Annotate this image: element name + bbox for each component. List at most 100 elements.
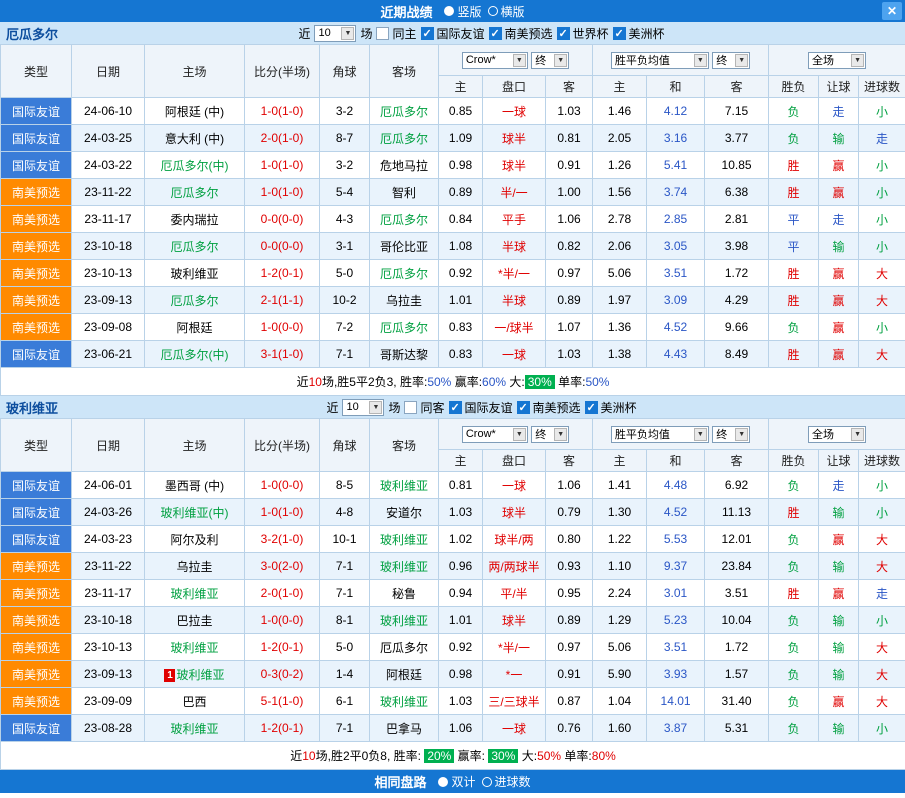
asia-home-odds: 1.03 [439,688,483,715]
period-dropdown[interactable]: 全场▼ [808,426,866,443]
asia-away-odds: 0.87 [546,688,593,715]
match-date: 23-10-13 [72,634,145,661]
match-date: 23-09-08 [72,314,145,341]
match-date: 24-03-23 [72,526,145,553]
bookmaker-value: Crow* [466,428,496,440]
europe-home-odds: 1.46 [593,98,647,125]
europe-odds-value: 胜平负均值 [615,52,670,68]
europe-odds-header-cell: 胜平负均值 ▼ 终▼ [593,45,769,76]
europe-away-odds: 1.57 [705,661,769,688]
close-icon[interactable]: ✕ [882,2,902,20]
handicap-result: 输 [819,634,859,661]
same-trend-label: 相同盘路 [374,772,426,791]
match-score: 0-3(0-2) [245,661,320,688]
europe-away-odds: 2.81 [705,206,769,233]
period-dropdown[interactable]: 全场▼ [808,52,866,69]
landscape-radio[interactable] [488,6,498,16]
asia-away-odds: 1.06 [546,206,593,233]
home-team: 玻利维亚 [145,715,245,742]
same-venue-checkbox[interactable]: 同主 [376,25,416,42]
games-count-dropdown[interactable]: 10▼ [314,25,356,42]
subcol-euro-away: 客 [705,76,769,98]
match-league: 国际友谊 [1,499,72,526]
handicap-result: 赢 [819,287,859,314]
dialog-titlebar: 近期战绩 竖版 横版 ✕ [0,0,905,22]
handicap-result: 输 [819,715,859,742]
result-header-cell: 全场▼ [769,45,905,76]
chevron-down-icon: ▼ [341,27,354,40]
match-date: 23-10-18 [72,607,145,634]
bookmaker-dropdown[interactable]: Crow*▼ [462,52,528,69]
dialog-title: 近期战绩 [380,2,432,21]
filter-checkbox[interactable]: 南美预选 [489,25,553,42]
handicap-result: 走 [819,206,859,233]
landscape-radio-label[interactable]: 横版 [501,3,525,20]
double-count-label[interactable]: 双计 [451,773,475,790]
europe-odds-dropdown[interactable]: 胜平负均值 ▼ [611,52,709,69]
europe-time-dropdown[interactable]: 终▼ [712,52,750,69]
subcol-asia-home: 主 [439,76,483,98]
filter-checkbox[interactable]: 世界杯 [557,25,609,42]
team-name-text: 玻利维亚 [176,668,224,682]
col-header-score: 比分(半场) [245,419,320,472]
asia-away-odds: 0.91 [546,152,593,179]
match-score: 2-0(1-0) [245,125,320,152]
europe-odds-dropdown[interactable]: 胜平负均值▼ [611,426,709,443]
games-count-dropdown[interactable]: 10▼ [342,399,384,416]
handicap-result: 赢 [819,179,859,206]
filter-checkbox[interactable]: 国际友谊 [449,399,513,416]
wdl-result: 负 [769,526,819,553]
col-header-corner: 角球 [320,45,370,98]
goal-count-label[interactable]: 进球数 [495,773,531,790]
goals-result: 小 [859,179,905,206]
checkbox-checked-icon [489,27,502,40]
goals-result: 大 [859,341,905,368]
asia-time-dropdown[interactable]: 终▼ [531,426,569,443]
europe-home-odds: 1.22 [593,526,647,553]
chevron-down-icon: ▼ [694,54,707,67]
away-team: 厄瓜多尔 [370,634,439,661]
goal-count-radio[interactable] [482,777,492,787]
col-header-home: 主场 [145,45,245,98]
europe-time-dropdown[interactable]: 终▼ [712,426,750,443]
double-count-radio[interactable] [438,777,448,787]
asia-home-odds: 1.01 [439,287,483,314]
filter-checkbox[interactable]: 美洲杯 [585,399,637,416]
same-venue-checkbox[interactable]: 同客 [404,399,444,416]
handicap-result: 输 [819,233,859,260]
bookmaker-dropdown[interactable]: Crow*▼ [462,426,528,443]
subcol-goals: 进球数 [859,450,905,472]
match-score: 1-0(0-0) [245,314,320,341]
match-date: 23-09-09 [72,688,145,715]
asia-home-odds: 0.84 [439,206,483,233]
checkbox-checked-icon [557,27,570,40]
asia-time-dropdown[interactable]: 终▼ [531,52,569,69]
asia-home-odds: 0.83 [439,314,483,341]
portrait-radio-label[interactable]: 竖版 [457,3,481,20]
corner-score: 3-2 [320,152,370,179]
asia-away-odds: 0.89 [546,287,593,314]
match-league: 国际友谊 [1,472,72,499]
same-venue-label: 同客 [420,399,444,416]
away-team: 玻利维亚 [370,472,439,499]
match-score: 1-2(0-1) [245,715,320,742]
handicap-result: 走 [819,472,859,499]
handicap-result: 输 [819,499,859,526]
chevron-down-icon: ▼ [554,54,567,67]
match-league: 国际友谊 [1,715,72,742]
wdl-result: 负 [769,715,819,742]
asia-handicap: *一 [483,661,546,688]
recent-label: 近 [298,25,310,42]
asia-away-odds: 0.93 [546,553,593,580]
wdl-result: 胜 [769,580,819,607]
match-score: 1-0(1-0) [245,179,320,206]
asia-home-odds: 1.03 [439,499,483,526]
goals-result: 大 [859,661,905,688]
filter-checkbox[interactable]: 美洲杯 [613,25,665,42]
match-league: 南美预选 [1,314,72,341]
portrait-radio[interactable] [444,6,454,16]
filter-checkbox[interactable]: 南美预选 [517,399,581,416]
filter-checkbox[interactable]: 国际友谊 [421,25,485,42]
match-row: 南美预选23-11-17玻利维亚2-0(1-0)7-1秘鲁0.94平/半0.95… [1,580,905,607]
europe-draw-odds: 4.48 [647,472,705,499]
